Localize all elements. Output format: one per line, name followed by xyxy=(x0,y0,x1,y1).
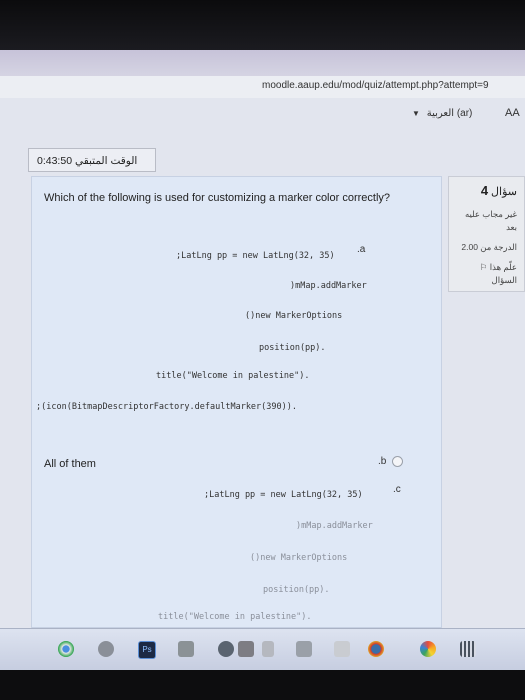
document-icon[interactable] xyxy=(262,641,274,657)
question-number-value: 4 xyxy=(480,183,489,198)
option-b-letter: .b xyxy=(378,456,387,467)
option-a-code-line: )mMap.addMarker xyxy=(290,281,367,291)
question-number-label: سؤال xyxy=(491,186,517,198)
caret-down-icon: ▼ xyxy=(412,109,420,118)
option-a-code-line: position(pp). xyxy=(259,343,326,353)
option-a-code-line: title("Welcome in palestine"). xyxy=(156,371,310,381)
option-b-text: All of them xyxy=(44,458,96,470)
question-status-2: بعد xyxy=(506,222,517,232)
question-number: 4 سؤال xyxy=(481,183,517,198)
option-c-code-line: position(pp). xyxy=(263,585,330,595)
monitor-bezel-bottom xyxy=(0,670,525,700)
screen: moodle.aaup.edu/mod/quiz/attempt.php?att… xyxy=(0,0,525,700)
option-b-radio[interactable] xyxy=(392,456,403,467)
option-c-letter: .c xyxy=(393,484,401,495)
language-select[interactable]: ▼ العربية (ar) xyxy=(412,108,472,119)
flag-question-link-2[interactable]: السؤال xyxy=(492,275,517,286)
question-mark: الدرجة من 2.00 xyxy=(461,242,517,252)
chrome-icon[interactable] xyxy=(58,641,74,657)
option-a-code-line: ;(icon(BitmapDescriptorFactory.defaultMa… xyxy=(36,402,297,412)
photos-icon[interactable] xyxy=(98,641,114,657)
text-size-button[interactable]: AA xyxy=(505,107,520,119)
language-label: العربية (ar) xyxy=(426,108,473,119)
timer-text: 0:43:50 الوقت المتبقي xyxy=(37,155,138,167)
option-c-code-line: ()new MarkerOptions xyxy=(250,553,348,563)
flag-icon: ⚐ xyxy=(479,262,490,272)
option-c-code-line: ;LatLng pp = new LatLng(32, 35) xyxy=(204,490,363,500)
maps-icon[interactable] xyxy=(218,641,234,657)
calendar-icon[interactable] xyxy=(460,641,476,657)
pinwheel-icon[interactable] xyxy=(420,641,436,657)
url-text[interactable]: moodle.aaup.edu/mod/quiz/attempt.php?att… xyxy=(262,80,489,91)
option-a-letter: .a xyxy=(357,244,366,255)
option-a-code-line: ;LatLng pp = new LatLng(32, 35) xyxy=(176,251,335,261)
monitor-bezel-top xyxy=(0,0,525,50)
color-app-icon[interactable] xyxy=(368,641,384,657)
calculator-icon[interactable] xyxy=(296,641,312,657)
photoshop-icon[interactable]: Ps xyxy=(138,641,156,659)
gallery-icon[interactable] xyxy=(178,641,194,657)
option-c-code-line: )mMap.addMarker xyxy=(296,521,373,531)
flag-question-link[interactable]: ⚐ علّم هذا xyxy=(480,262,517,273)
question-text: Which of the following is used for custo… xyxy=(44,192,391,204)
option-a-code-line: ()new MarkerOptions xyxy=(245,311,343,321)
flag-label-1: علّم هذا xyxy=(489,262,517,272)
question-status: غير مجاب عليه xyxy=(464,209,517,219)
option-c-code-line: title("Welcome in palestine"). xyxy=(158,612,312,622)
files-icon[interactable] xyxy=(238,641,254,657)
quiz-timer: 0:43:50 الوقت المتبقي xyxy=(28,148,156,172)
store-icon[interactable] xyxy=(334,641,350,657)
